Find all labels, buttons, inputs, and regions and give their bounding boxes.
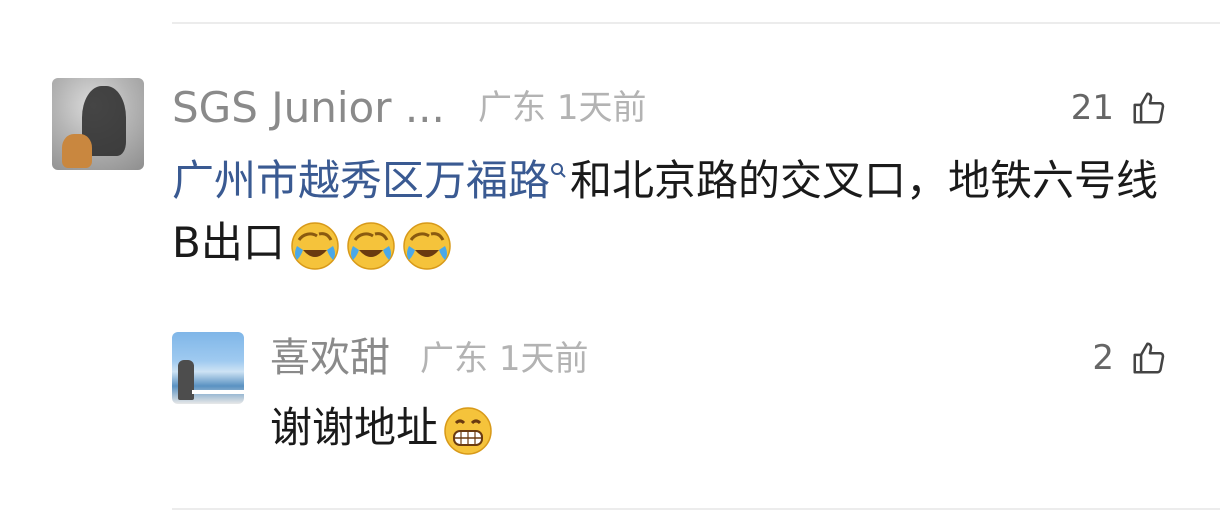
reply-body: 谢谢地址: [270, 403, 439, 452]
comment-location: 广东: [478, 88, 546, 128]
location-link[interactable]: 广州市越秀区万福路: [172, 156, 570, 205]
reply-username[interactable]: 喜欢甜: [270, 334, 390, 382]
reply-meta: 广东 1天前: [420, 337, 588, 381]
railing-graphic: [192, 390, 244, 394]
reply-like-count: 2: [1092, 338, 1114, 378]
reply-time: 1天前: [498, 339, 589, 379]
person-graphic: [178, 360, 194, 400]
crying-laughing-emoji: [289, 220, 341, 272]
comment-text: 广州市越秀区万福路 和北京路的交叉口，地铁六号线B出口: [172, 150, 1182, 274]
reply-location: 广东: [420, 339, 488, 379]
grinning-emoji: [442, 405, 494, 457]
crying-laughing-emoji: [401, 220, 453, 272]
cat-graphic: [62, 134, 92, 168]
reply-text: 谢谢地址: [270, 400, 494, 457]
comment-meta: 广东 1天前: [478, 86, 646, 130]
like-count: 21: [1070, 88, 1114, 128]
thumbs-up-icon[interactable]: [1130, 339, 1168, 377]
comment-time: 1天前: [556, 88, 647, 128]
like-button[interactable]: 21: [1071, 86, 1168, 130]
reply-avatar[interactable]: [172, 332, 244, 404]
crying-laughing-emoji: [345, 220, 397, 272]
reply-like-button[interactable]: 2: [1092, 336, 1168, 380]
search-icon: [550, 156, 570, 205]
divider-bottom: [172, 508, 1220, 510]
comment-username[interactable]: SGS Junior ...: [172, 84, 468, 132]
avatar[interactable]: [52, 78, 144, 170]
thumbs-up-icon[interactable]: [1130, 89, 1168, 127]
divider-top: [172, 22, 1220, 24]
